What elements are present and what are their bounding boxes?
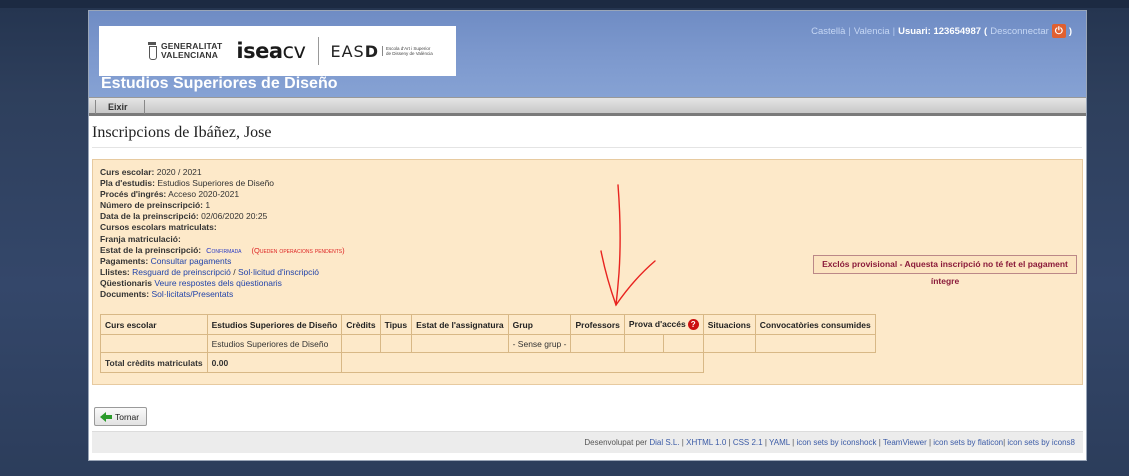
footer-link[interactable]: icon sets by iconshock (796, 438, 876, 447)
footer-link[interactable]: YAML (769, 438, 790, 447)
questionaris-link[interactable]: Veure respostes dels qüestionaris (154, 278, 282, 288)
total-value: 0.00 (206, 352, 343, 373)
title-divider (92, 147, 1082, 148)
estat-confirmada: Confirmada (206, 245, 242, 255)
col-situacions: Situacions (702, 314, 756, 335)
subjects-table: Curs escolar Estudios Superiores de Dise… (100, 314, 876, 373)
logout-link[interactable]: Desconnectar (990, 26, 1049, 37)
generalitat-logo: GENERALITAT VALENCIANA (147, 42, 222, 60)
inscription-info: Curs escolar: 2020 / 2021 Pla d'estudis:… (100, 167, 345, 300)
footer: Desenvolupat per Dial S.L. | XHTML 1.0 |… (92, 431, 1083, 453)
browser-top-strip (0, 0, 1129, 8)
site-title: Estudios Superiores de Diseño (101, 75, 338, 92)
nav-bar: Eixir (89, 97, 1086, 116)
col-estudios: Estudios Superiores de Diseño (206, 314, 343, 335)
col-credits: Crèdits (341, 314, 381, 335)
logo-banner: GENERALITAT VALENCIANA iseacv EASD Escol… (99, 26, 456, 76)
col-tipus: Tipus (379, 314, 413, 335)
lang-valencia-link[interactable]: Valencia (854, 26, 890, 37)
footer-link[interactable]: CSS 2.1 (733, 438, 763, 447)
page-title: Inscripcions de Ibáñez, Jose (92, 124, 272, 141)
proces-value: Acceso 2020-2021 (168, 189, 240, 200)
user-bar: Castellà | Valencia | Usuari: 123654987 … (811, 24, 1072, 38)
help-icon[interactable]: ? (687, 319, 699, 331)
estat-pending: (Queden operacions pendents) (251, 245, 345, 255)
power-icon[interactable]: ⏻ (1051, 24, 1066, 38)
col-prova-acces: Prova d'accés? (623, 314, 704, 335)
footer-link[interactable]: Dial S.L. (649, 438, 679, 447)
footer-link[interactable]: icon sets by icons8 (1007, 438, 1075, 447)
crest-icon (147, 42, 157, 60)
col-grup: Grup (507, 314, 572, 335)
solicitud-link[interactable]: Sol·licitud d'inscripció (238, 267, 319, 277)
data-value: 02/06/2020 20:25 (201, 211, 268, 222)
logo-divider (317, 37, 319, 65)
footer-link[interactable]: XHTML 1.0 (686, 438, 726, 447)
easd-logo: EASD Escola d'Art i Superior de Disseny … (330, 41, 433, 61)
lang-castella-link[interactable]: Castellà (811, 26, 845, 37)
user-id: Usuari: 123654987 (898, 25, 982, 37)
back-button[interactable]: Tornar (94, 407, 148, 426)
col-curs-escolar: Curs escolar (100, 314, 208, 335)
table-total-row: Total crèdits matriculats 0.00 (100, 352, 876, 373)
exit-tab[interactable]: Eixir (95, 100, 145, 114)
numero-value: 1 (205, 200, 211, 211)
curs-value: 2020 / 2021 (156, 167, 202, 177)
page-container: GENERALITAT VALENCIANA iseacv EASD Escol… (88, 10, 1087, 461)
col-convocatories: Convocatòries consumides (754, 314, 876, 335)
col-professors: Professors (570, 314, 625, 335)
footer-link[interactable]: icon sets by flaticon (933, 438, 1003, 447)
footer-link[interactable]: TeamViewer (883, 438, 927, 447)
table-row: Estudios Superiores de Diseño - Sense gr… (100, 334, 876, 353)
group-cell: - Sense grup - (507, 334, 572, 353)
iseacv-logo: iseacv (236, 39, 306, 63)
subject-cell: Estudios Superiores de Diseño (206, 334, 343, 353)
table-header-row: Curs escolar Estudios Superiores de Dise… (100, 314, 876, 335)
total-label: Total crèdits matriculats (100, 352, 208, 373)
site-header: GENERALITAT VALENCIANA iseacv EASD Escol… (89, 11, 1086, 97)
pla-value: Estudios Superiores de Diseño (157, 178, 275, 189)
consultar-pagaments-link[interactable]: Consultar pagaments (151, 256, 232, 266)
col-estat-assignatura: Estat de l'assignatura (411, 314, 509, 335)
warning-message: Exclós provisional - Aquesta inscripció … (813, 255, 1077, 286)
back-arrow-icon (100, 411, 112, 422)
resguard-link[interactable]: Resguard de preinscripció (132, 267, 231, 277)
documents-link[interactable]: Sol·licitats/Presentats (152, 289, 234, 299)
inscription-panel: Curs escolar: 2020 / 2021 Pla d'estudis:… (92, 159, 1083, 385)
